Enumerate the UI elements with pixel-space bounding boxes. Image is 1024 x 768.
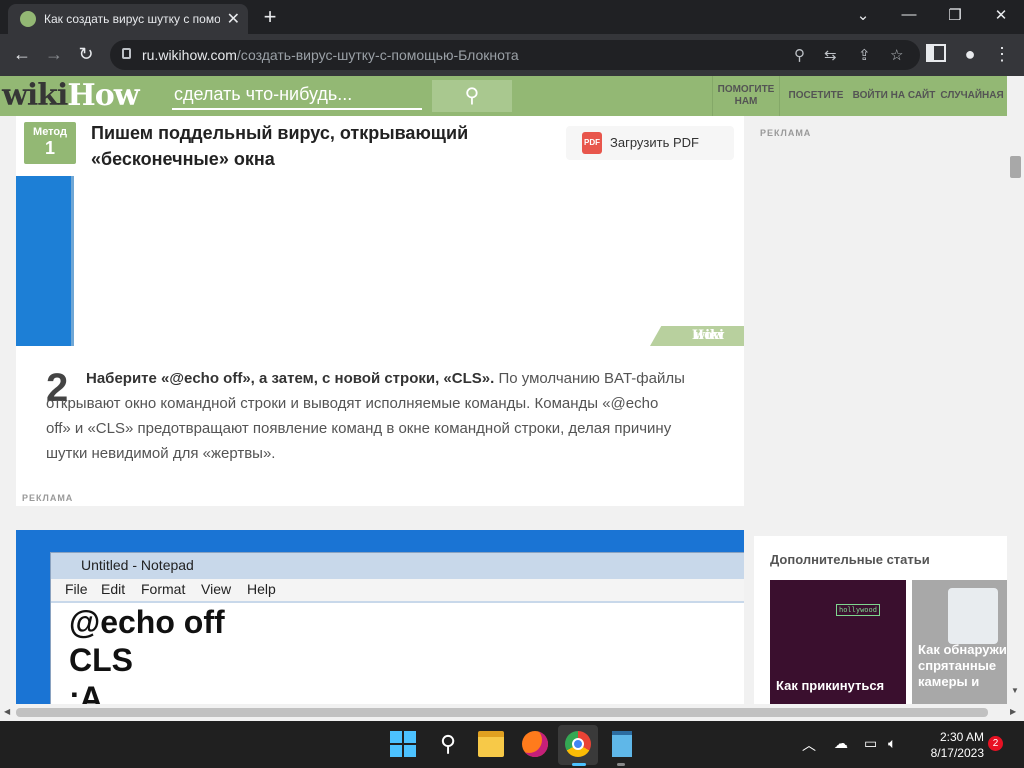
step-text: Наберите «@echo off», а затем, с новой с… — [46, 370, 685, 462]
profile-icon[interactable]: ● — [958, 44, 982, 65]
ad-label: РЕКЛАМА — [22, 493, 74, 503]
share-icon[interactable]: ⇪ — [858, 46, 871, 64]
horizontal-scrollbar[interactable]: ◀ ▶ — [0, 704, 1024, 721]
network-icon[interactable]: ▭ — [864, 735, 877, 752]
url-text[interactable]: ru.wikihow.com/создать-вирус-шутку-с-пом… — [142, 47, 519, 63]
notepad-menu-file: File — [65, 581, 88, 597]
browser-tab[interactable]: Как создать вирус шутку с помощ ✕ — [8, 4, 248, 34]
search-input[interactable]: сделать что-нибудь... — [172, 80, 422, 110]
forward-button[interactable]: → — [42, 44, 66, 65]
volume-icon[interactable]: 🔈︎ — [888, 735, 896, 752]
tab-bar: Как создать вирус шутку с помощ ✕ + ⌄ — … — [0, 0, 1024, 34]
notepad-menu-format: Format — [141, 581, 186, 597]
menu-kebab-icon[interactable]: ⋮ — [990, 44, 1014, 65]
vertical-scrollbar[interactable]: ▼ — [1007, 76, 1024, 704]
new-tab-button[interactable]: + — [258, 4, 282, 30]
start-windows-icon[interactable] — [390, 731, 416, 757]
horizontal-scroll-thumb[interactable] — [16, 708, 988, 717]
search-taskbar-icon[interactable]: ⚲ — [435, 731, 461, 757]
side-panel-icon[interactable] — [926, 44, 946, 62]
tab-search-icon[interactable]: ⌄ — [848, 6, 878, 24]
firefox-icon[interactable] — [522, 731, 548, 757]
notepad-taskbar-icon[interactable] — [612, 731, 632, 757]
restore-button[interactable]: ❐ — [940, 6, 970, 24]
notepad-running-indicator — [617, 763, 625, 766]
notepad-window: Untitled - Notepad File Edit Format View… — [50, 552, 744, 704]
vertical-scroll-thumb[interactable] — [1010, 156, 1021, 178]
scroll-left-arrow-icon[interactable]: ◀ — [4, 707, 10, 716]
notepad-menu-help: Help — [247, 581, 276, 597]
site-header: wikiHow сделать что-нибудь... ⚲ ПОМОГИТЕ… — [0, 76, 1007, 116]
scroll-right-arrow-icon[interactable]: ▶ — [1010, 707, 1016, 716]
wikihow-favicon-icon — [20, 11, 36, 27]
notification-badge[interactable]: 2 — [988, 736, 1003, 751]
method-number: 1 — [44, 138, 55, 158]
nav-login[interactable]: ВОЙТИ НА САЙТ — [850, 76, 938, 116]
download-pdf-label: Загрузить PDF — [610, 135, 699, 150]
nav-explore[interactable]: ПОСЕТИТЕ — [782, 76, 850, 116]
nav-help-us[interactable]: ПОМОГИТЕ НАМ — [712, 76, 780, 116]
notepad-menu-view: View — [201, 581, 232, 597]
nav-random[interactable]: СЛУЧАЙНАЯ — [938, 76, 1006, 116]
onedrive-icon[interactable]: ☁ — [834, 735, 848, 752]
reload-button[interactable]: ↻ — [74, 44, 98, 65]
wikihow-logo[interactable]: wikiHow — [2, 78, 140, 113]
scroll-down-arrow-icon[interactable]: ▼ — [1011, 686, 1019, 695]
notepad-menu: File Edit Format View Help — [51, 579, 744, 601]
tab-title: Как создать вирус шутку с помощ — [44, 12, 220, 26]
search-button[interactable]: ⚲ — [432, 80, 512, 112]
related-article-2[interactable]: Как обнаружить спрятанные камеры и — [912, 580, 1007, 704]
search-icon: ⚲ — [464, 85, 480, 107]
method-label: Метод — [33, 126, 67, 138]
chrome-icon[interactable] — [565, 731, 591, 757]
notepad-menu-edit: Edit — [101, 581, 126, 597]
tray-chevron-up-icon[interactable]: ︿ — [802, 735, 816, 755]
browser-toolbar: ← → ↻ ru.wikihow.com/создать-вирус-шутку… — [0, 34, 1024, 76]
method-title: Пишем поддельный вирус, открывающий «бес… — [91, 123, 469, 169]
address-bar[interactable]: ru.wikihow.com/создать-вирус-шутку-с-пом… — [110, 40, 920, 70]
thumb-phone — [948, 588, 998, 644]
related-article-2-title: Как обнаружить спрятанные камеры и — [918, 642, 1007, 689]
windows-taskbar: ⚲ ︿ ☁ ▭ 🔈︎ 2:30 AM 8/17/2023 2 — [0, 721, 1024, 768]
notepad-title: Untitled - Notepad — [81, 557, 194, 573]
download-pdf-button[interactable]: PDF Загрузить PDF — [566, 126, 734, 160]
back-button[interactable]: ← — [10, 44, 34, 65]
notepad-text: @echo off CLS :A — [51, 603, 744, 704]
chrome-running-indicator — [572, 763, 586, 766]
file-explorer-icon[interactable] — [478, 731, 504, 757]
related-articles: Дополнительные статьи hollywood Как прик… — [754, 536, 1007, 704]
method-badge: Метод 1 — [24, 122, 76, 164]
wikihow-watermark: wiki How — [650, 326, 744, 346]
lock-icon[interactable] — [122, 48, 131, 59]
method-card: Метод 1 Пишем поддельный вирус, открываю… — [16, 116, 744, 506]
pdf-icon: PDF — [582, 132, 602, 154]
clock-time: 2:30 AM — [939, 730, 984, 744]
related-article-1-title: Как прикинуться — [776, 678, 885, 693]
close-tab-icon[interactable]: ✕ — [227, 9, 240, 29]
bookmark-star-icon[interactable]: ☆ — [890, 46, 903, 64]
step-image[interactable]: wiki How — [16, 176, 744, 346]
step-image-notepad[interactable]: Untitled - Notepad File Edit Format View… — [16, 530, 744, 704]
minimize-button[interactable]: — — [894, 6, 924, 23]
page-content: Метод 1 Пишем поддельный вирус, открываю… — [0, 116, 1007, 704]
image-window-edge — [16, 176, 74, 346]
sidebar-ad-label: РЕКЛАМА — [760, 128, 812, 138]
translate-icon[interactable]: ⇆ — [824, 46, 837, 64]
close-window-button[interactable]: ✕ — [986, 6, 1016, 24]
related-article-1[interactable]: hollywood Как прикинуться — [770, 580, 906, 704]
related-heading: Дополнительные статьи — [770, 552, 930, 567]
clock[interactable]: 2:30 AM 8/17/2023 — [914, 729, 984, 761]
zoom-icon[interactable]: ⚲ — [794, 46, 805, 64]
clock-date: 8/17/2023 — [930, 746, 984, 760]
thumb-terminal-tag: hollywood — [836, 604, 880, 616]
